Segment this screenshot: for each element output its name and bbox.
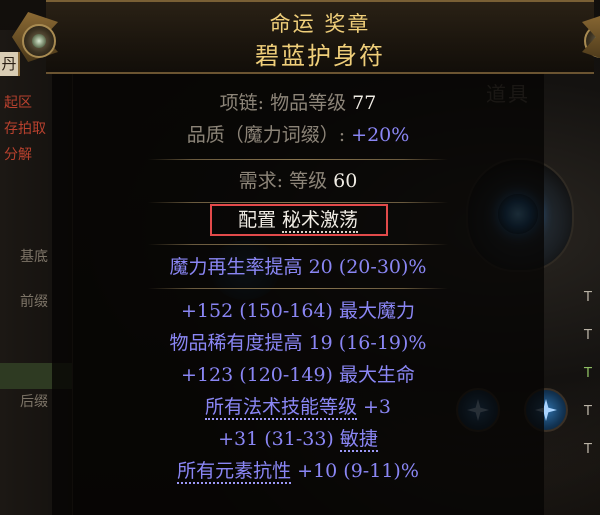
quality-line: 品质（魔力词缀）: +20%: [186, 124, 410, 146]
left-action-item[interactable]: 存拍取: [4, 116, 48, 142]
mod-name[interactable]: 所有法术技能等级: [204, 396, 357, 420]
mod-value: +31 (31-33): [218, 428, 334, 450]
tier-label: T: [584, 404, 592, 419]
implicit-mod-value: 20 (20-30)%: [308, 256, 427, 278]
item-class: 项链: [219, 92, 258, 114]
implicit-mod: 魔力再生率提高 20 (20-30)%: [52, 254, 544, 280]
mod-value: +10 (9-11)%: [297, 460, 419, 482]
config-label: 配置: [237, 209, 276, 231]
requires-level-label: 等级: [289, 170, 328, 192]
mod-name[interactable]: 敏捷: [339, 428, 378, 452]
right-mod-tier-column: T T T T T: [584, 290, 600, 480]
requires-level-value: 60: [333, 170, 358, 192]
tier-label: T: [584, 366, 592, 381]
separator: [148, 159, 448, 160]
mod-name: 最大魔力: [339, 300, 416, 322]
implicit-mod-name: 魔力再生率提高: [169, 256, 303, 278]
quality-label: 品质（魔力词缀）: [186, 124, 339, 146]
tier-label: T: [584, 290, 592, 305]
separator: [148, 288, 448, 289]
item-level-label: 物品等级: [270, 92, 347, 114]
explicit-mod: 所有元素抗性 +10 (9-11)%: [52, 458, 544, 484]
mod-name[interactable]: 所有元素抗性: [177, 460, 292, 484]
requires-label: 需求: [238, 170, 277, 192]
quality-value: +20%: [351, 124, 410, 146]
explicit-mod: 所有法术技能等级 +3: [52, 394, 544, 420]
explicit-mod: +123 (120-149) 最大生命: [52, 362, 544, 388]
separator: [148, 202, 448, 203]
mod-value: +3: [363, 396, 392, 418]
left-tab-fragment: 丹: [0, 52, 20, 76]
config-value[interactable]: 秘术激荡: [282, 209, 359, 233]
item-base-type: 碧蓝护身符: [255, 42, 385, 70]
explicit-mod: +31 (31-33) 敏捷: [52, 426, 544, 452]
mod-name: 最大生命: [339, 364, 416, 386]
config-line: 配置 秘术激荡: [52, 207, 544, 233]
left-action-list: 起区 存拍取 分解: [0, 90, 48, 180]
mod-value: +123 (120-149): [180, 364, 333, 386]
tooltip-header: 命运 奖章 碧蓝护身符: [22, 0, 600, 74]
item-class-line: 项链: 物品等级 77: [219, 92, 377, 114]
item-tooltip: 命运 奖章 碧蓝护身符 项链: 物品等级 77 品质（魔力词缀）: +20% 需…: [22, 0, 600, 515]
mod-value: 19 (16-19)%: [308, 332, 427, 354]
left-action-item[interactable]: 分解: [4, 142, 48, 168]
left-action-item[interactable]: 起区: [4, 90, 48, 116]
mod-value: +152 (150-164): [180, 300, 333, 322]
tier-label: T: [584, 328, 592, 343]
explicit-mod: +152 (150-164) 最大魔力: [52, 298, 544, 324]
requires-line: 需求: 等级 60: [238, 170, 358, 192]
tier-label: T: [584, 442, 592, 457]
explicit-mod: 物品稀有度提高 19 (16-19)%: [52, 330, 544, 356]
separator: [148, 244, 448, 245]
mod-name: 物品稀有度提高: [169, 332, 303, 354]
item-level-value: 77: [352, 92, 377, 114]
item-name: 命运 奖章: [269, 12, 371, 36]
